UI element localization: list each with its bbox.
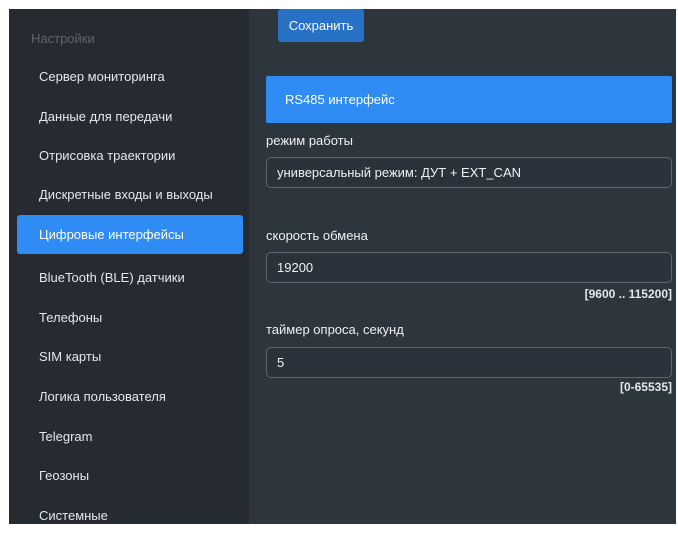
mode-label: режим работы	[266, 133, 353, 148]
timer-range-hint: [0-65535]	[619, 380, 672, 394]
sidebar-item-sim-cards[interactable]: SIM карты	[9, 337, 235, 376]
sidebar-title: Настройки	[31, 31, 95, 46]
speed-input[interactable]: 19200	[266, 252, 672, 283]
sidebar-item-track-rendering[interactable]: Отрисовка траектории	[9, 136, 235, 175]
mode-select[interactable]: универсальный режим: ДУТ + EXT_CAN	[266, 157, 672, 188]
sidebar-item-telegram[interactable]: Telegram	[9, 417, 235, 456]
sidebar-item-geozones[interactable]: Геозоны	[9, 456, 235, 495]
section-header-rs485[interactable]: RS485 интерфейс	[266, 76, 672, 123]
sidebar-item-discrete-io[interactable]: Дискретные входы и выходы	[9, 175, 235, 214]
sidebar-item-monitoring-server[interactable]: Сервер мониторинга	[9, 57, 235, 96]
timer-input[interactable]: 5	[266, 347, 672, 378]
save-button[interactable]: Сохранить	[278, 9, 364, 42]
sidebar-item-digital-interfaces[interactable]: Цифровые интерфейсы	[17, 215, 243, 254]
main-panel: Сохранить RS485 интерфейс режим работы у…	[249, 9, 676, 524]
speed-label: скорость обмена	[266, 228, 368, 243]
sidebar-item-transmit-data[interactable]: Данные для передачи	[9, 97, 235, 136]
sidebar: Настройки Сервер мониторинга Данные для …	[9, 9, 249, 524]
timer-label: таймер опроса, секунд	[266, 322, 404, 337]
sidebar-item-phones[interactable]: Телефоны	[9, 298, 235, 337]
sidebar-item-system[interactable]: Системные	[9, 496, 235, 535]
speed-range-hint: [9600 .. 115200]	[584, 287, 672, 301]
sidebar-item-ble-sensors[interactable]: BlueTooth (BLE) датчики	[9, 258, 235, 297]
sidebar-item-user-logic[interactable]: Логика пользователя	[9, 377, 235, 416]
